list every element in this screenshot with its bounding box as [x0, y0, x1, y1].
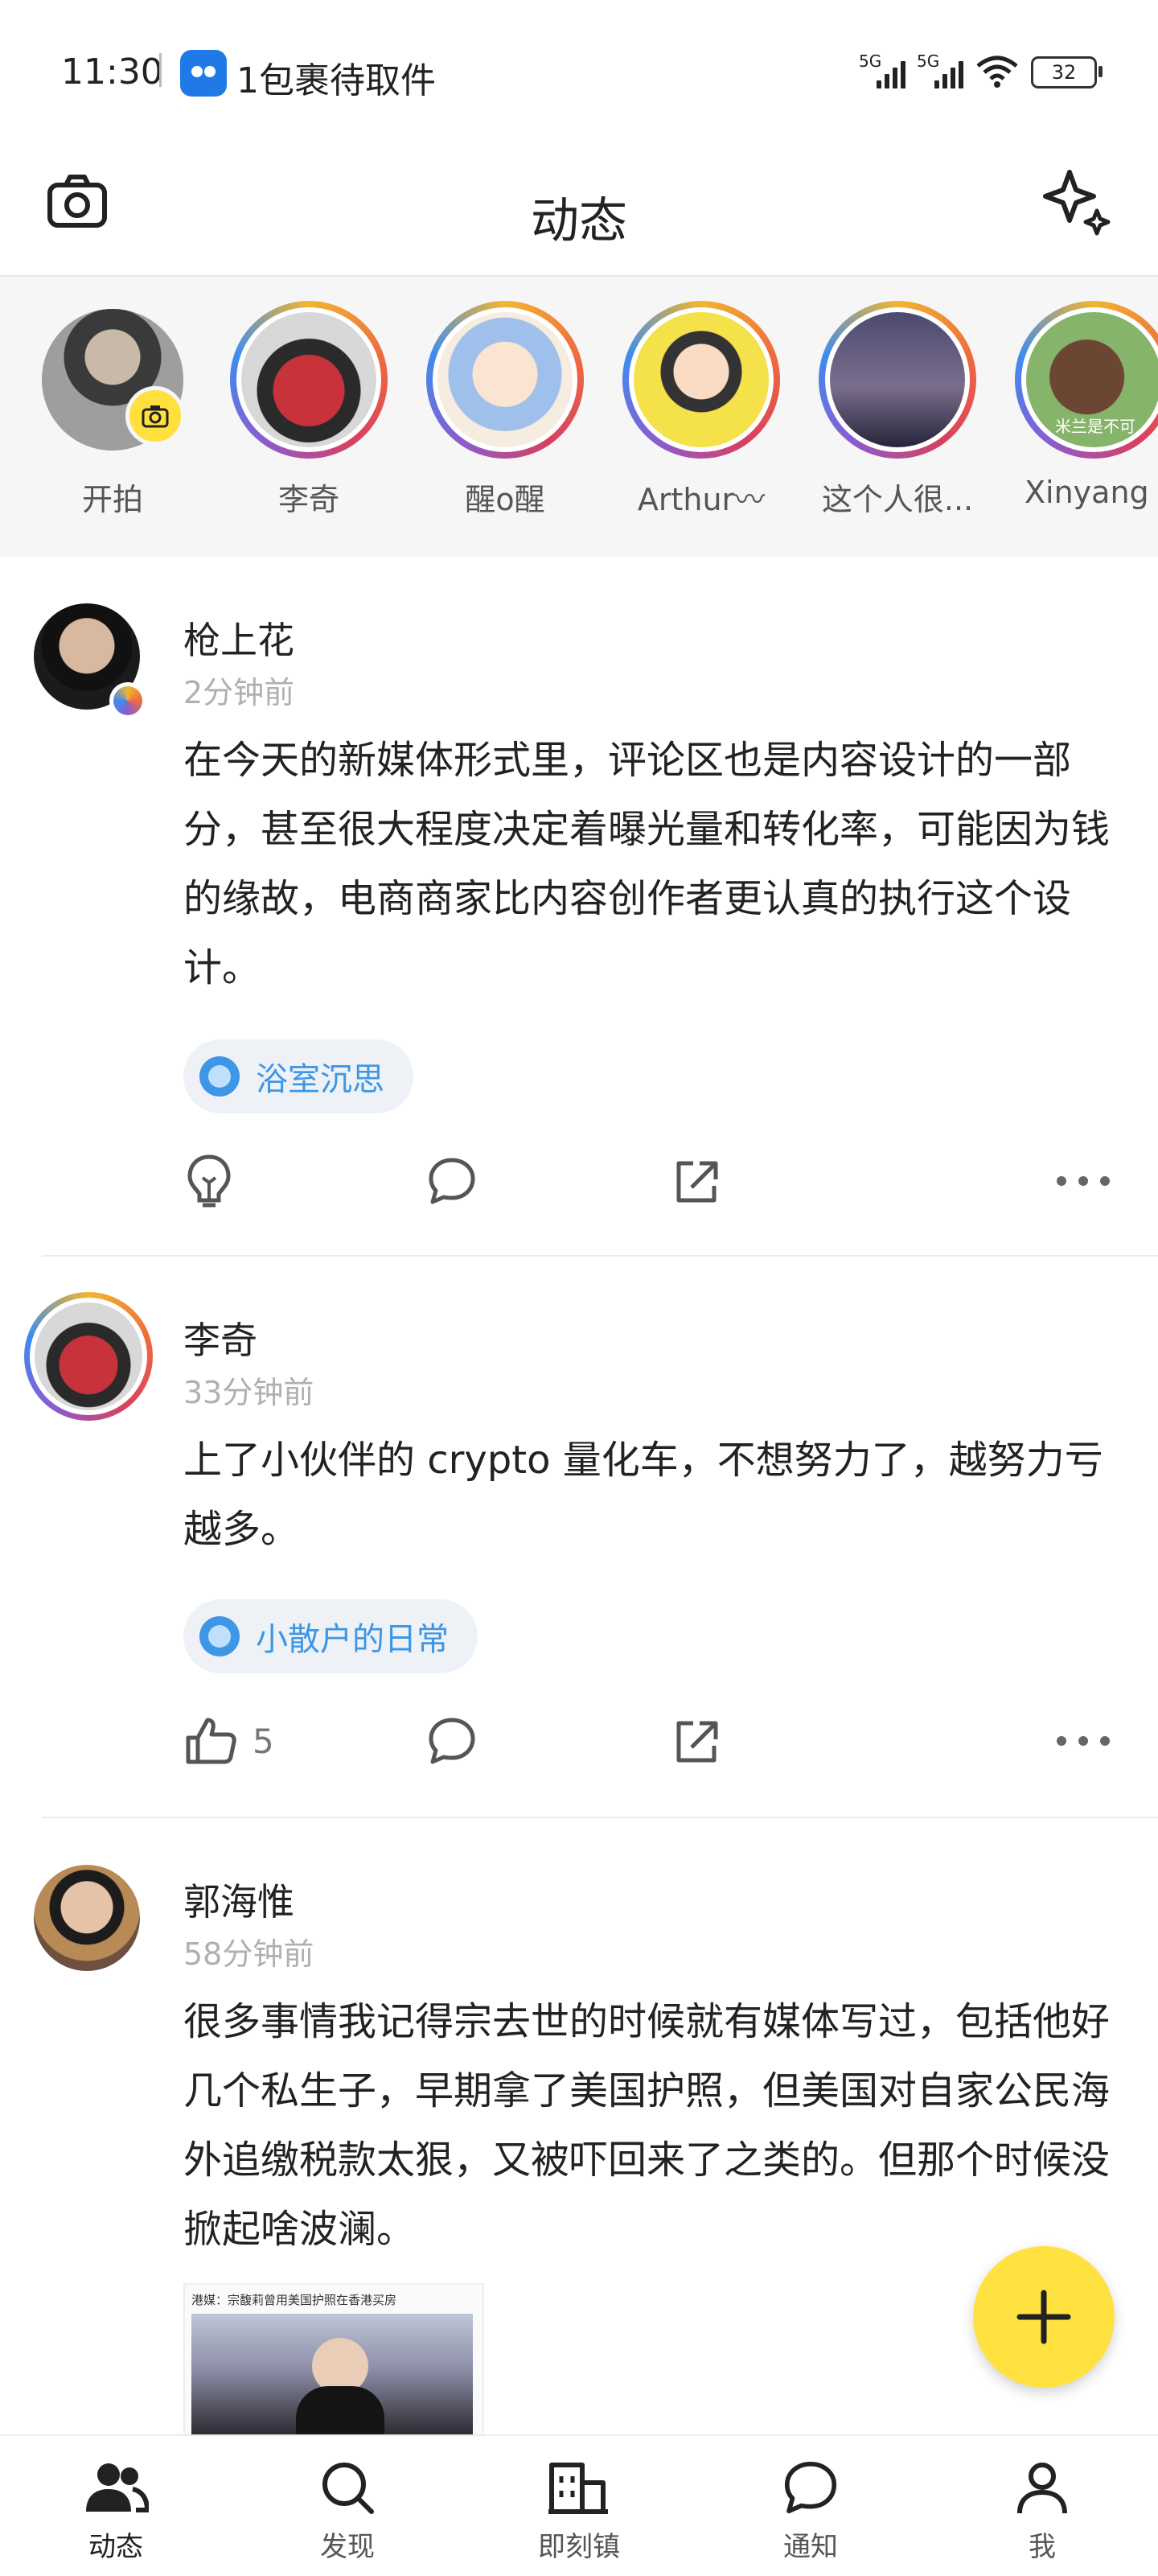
status-indicators: 5G 5G 32 [859, 51, 1103, 88]
topic-label: 小散户的日常 [256, 1621, 449, 1658]
topic-tag[interactable]: 小散户的日常 [183, 1599, 478, 1673]
my-avatar [42, 309, 185, 451]
post-time: 33分钟前 [183, 1375, 314, 1410]
status-time: 11:30 [61, 51, 163, 93]
tab-label: 动态 [88, 2531, 143, 2563]
more-icon [1057, 1736, 1110, 1746]
tab-label: 即刻镇 [538, 2531, 620, 2563]
tab-label: 发现 [320, 2531, 375, 2563]
author-avatar[interactable] [35, 1302, 142, 1410]
share-button[interactable] [671, 1709, 722, 1773]
topic-label: 浴室沉思 [256, 1061, 384, 1098]
like-count: 5 [253, 1721, 274, 1761]
topic-icon [199, 1056, 240, 1097]
new-post-button[interactable] [973, 2246, 1115, 2388]
tab-feed[interactable]: 动态 [51, 2454, 180, 2564]
more-button[interactable] [1055, 1709, 1111, 1773]
bottom-tab-bar: 动态 发现 即刻镇 通知 我 [0, 2434, 1158, 2576]
camera-badge-icon [125, 386, 185, 446]
idea-button[interactable] [183, 1149, 235, 1213]
image-caption: 港媒：宗馥莉曾用美国护照在香港买房 [191, 2293, 397, 2307]
more-button[interactable] [1055, 1149, 1111, 1213]
comment-icon [429, 1158, 475, 1204]
verified-badge-icon [109, 682, 146, 719]
story-ring [426, 301, 584, 459]
signal-1-icon: 5G [859, 51, 905, 88]
like-button[interactable]: 5 [183, 1709, 274, 1773]
post-content[interactable]: 在今天的新媒体形式里，评论区也是内容设计的一部分，甚至很大程度决定着曝光量和转化… [183, 726, 1116, 1002]
share-icon [676, 1721, 718, 1763]
status-bar: 11:30 1包裹待取件 5G 5G 32 [0, 0, 1158, 145]
story-label: 李奇 [277, 482, 339, 517]
message-icon [784, 2461, 837, 2514]
topic-tag[interactable]: 浴室沉思 [183, 1039, 413, 1113]
post-image[interactable]: 港媒：宗馥莉曾用美国护照在香港买房 [183, 2283, 484, 2438]
plus-icon [1016, 2290, 1071, 2344]
lightbulb-icon [187, 1154, 231, 1208]
story-label: 这个人很... [821, 482, 974, 517]
story-label: Arthur〰 [637, 482, 766, 517]
tab-label: 通知 [783, 2531, 838, 2563]
story-item-arthur[interactable]: Arthur〰 [613, 301, 790, 519]
story-item-xingoxing[interactable]: 醒o醒 [417, 301, 593, 519]
story-avatar [241, 312, 376, 447]
story-avatar [830, 312, 965, 447]
author-name[interactable]: 李奇 [183, 1311, 257, 1364]
page-title: 动态 [531, 193, 627, 249]
stories-bar: 开拍 李奇 醒o醒 Arthur〰 这个人很... 米兰是不可 Xinyang [0, 277, 1158, 557]
tab-notifications[interactable]: 通知 [746, 2454, 875, 2564]
post-content[interactable]: 很多事情我记得宗去世的时候就有媒体写过，包括他好几个私生子，早期拿了美国护照，但… [183, 1987, 1116, 2264]
search-icon [322, 2463, 374, 2514]
image-photo [191, 2314, 473, 2436]
comment-button[interactable] [426, 1709, 478, 1773]
story-overlay-text: 米兰是不可 [1055, 417, 1135, 436]
comment-button[interactable] [426, 1149, 478, 1213]
share-button[interactable] [671, 1149, 722, 1213]
story-ring: 米兰是不可 [1015, 301, 1158, 459]
story-avatar: 米兰是不可 [1026, 312, 1158, 447]
share-icon [676, 1161, 718, 1203]
story-avatar [634, 312, 769, 447]
comment-icon [429, 1718, 475, 1764]
status-divider [159, 53, 162, 87]
story-ring [622, 301, 780, 459]
people-icon [86, 2463, 149, 2512]
app-header: 动态 [0, 145, 1158, 277]
story-item-this-person[interactable]: 这个人很... [809, 301, 986, 519]
battery-icon: 32 [1031, 56, 1103, 88]
author-name[interactable]: 枪上花 [183, 611, 294, 665]
post-time: 2分钟前 [183, 675, 295, 710]
topic-icon [199, 1616, 240, 1656]
tab-me[interactable]: 我 [978, 2454, 1107, 2564]
post-divider [42, 1817, 1158, 1818]
story-item-liqi[interactable]: 李奇 [220, 301, 397, 519]
thumbs-up-icon [186, 1718, 236, 1764]
story-label: 醒o醒 [465, 482, 545, 517]
more-icon [1057, 1176, 1110, 1186]
sparkle-icon[interactable] [1037, 161, 1118, 241]
post-content[interactable]: 上了小伙伴的 crypto 量化车，不想努力了，越努力亏越多。 [183, 1426, 1116, 1564]
building-icon [548, 2463, 608, 2514]
post-time: 58分钟前 [183, 1936, 314, 1972]
tab-town[interactable]: 即刻镇 [515, 2454, 643, 2564]
signal-2-icon: 5G [917, 51, 963, 88]
wifi-icon [976, 56, 1018, 88]
tab-discover[interactable]: 发现 [283, 2454, 412, 2564]
story-label: 开拍 [81, 482, 143, 517]
app-notification-icon [180, 50, 227, 97]
status-notification-text: 1包裹待取件 [236, 60, 436, 101]
story-ring [230, 301, 388, 459]
author-name[interactable]: 郭海惟 [183, 1873, 294, 1926]
user-icon [1017, 2463, 1067, 2514]
author-avatar[interactable] [34, 1865, 140, 1971]
tab-label: 我 [1029, 2531, 1056, 2563]
story-avatar [437, 312, 573, 447]
story-label: Xinyang [1025, 475, 1149, 510]
story-item-xinyang[interactable]: 米兰是不可 Xinyang [1005, 301, 1158, 510]
post-divider [42, 1255, 1158, 1257]
story-ring [819, 301, 976, 459]
author-avatar-ring [24, 1292, 153, 1421]
story-item-start-shoot[interactable]: 开拍 [24, 301, 201, 519]
